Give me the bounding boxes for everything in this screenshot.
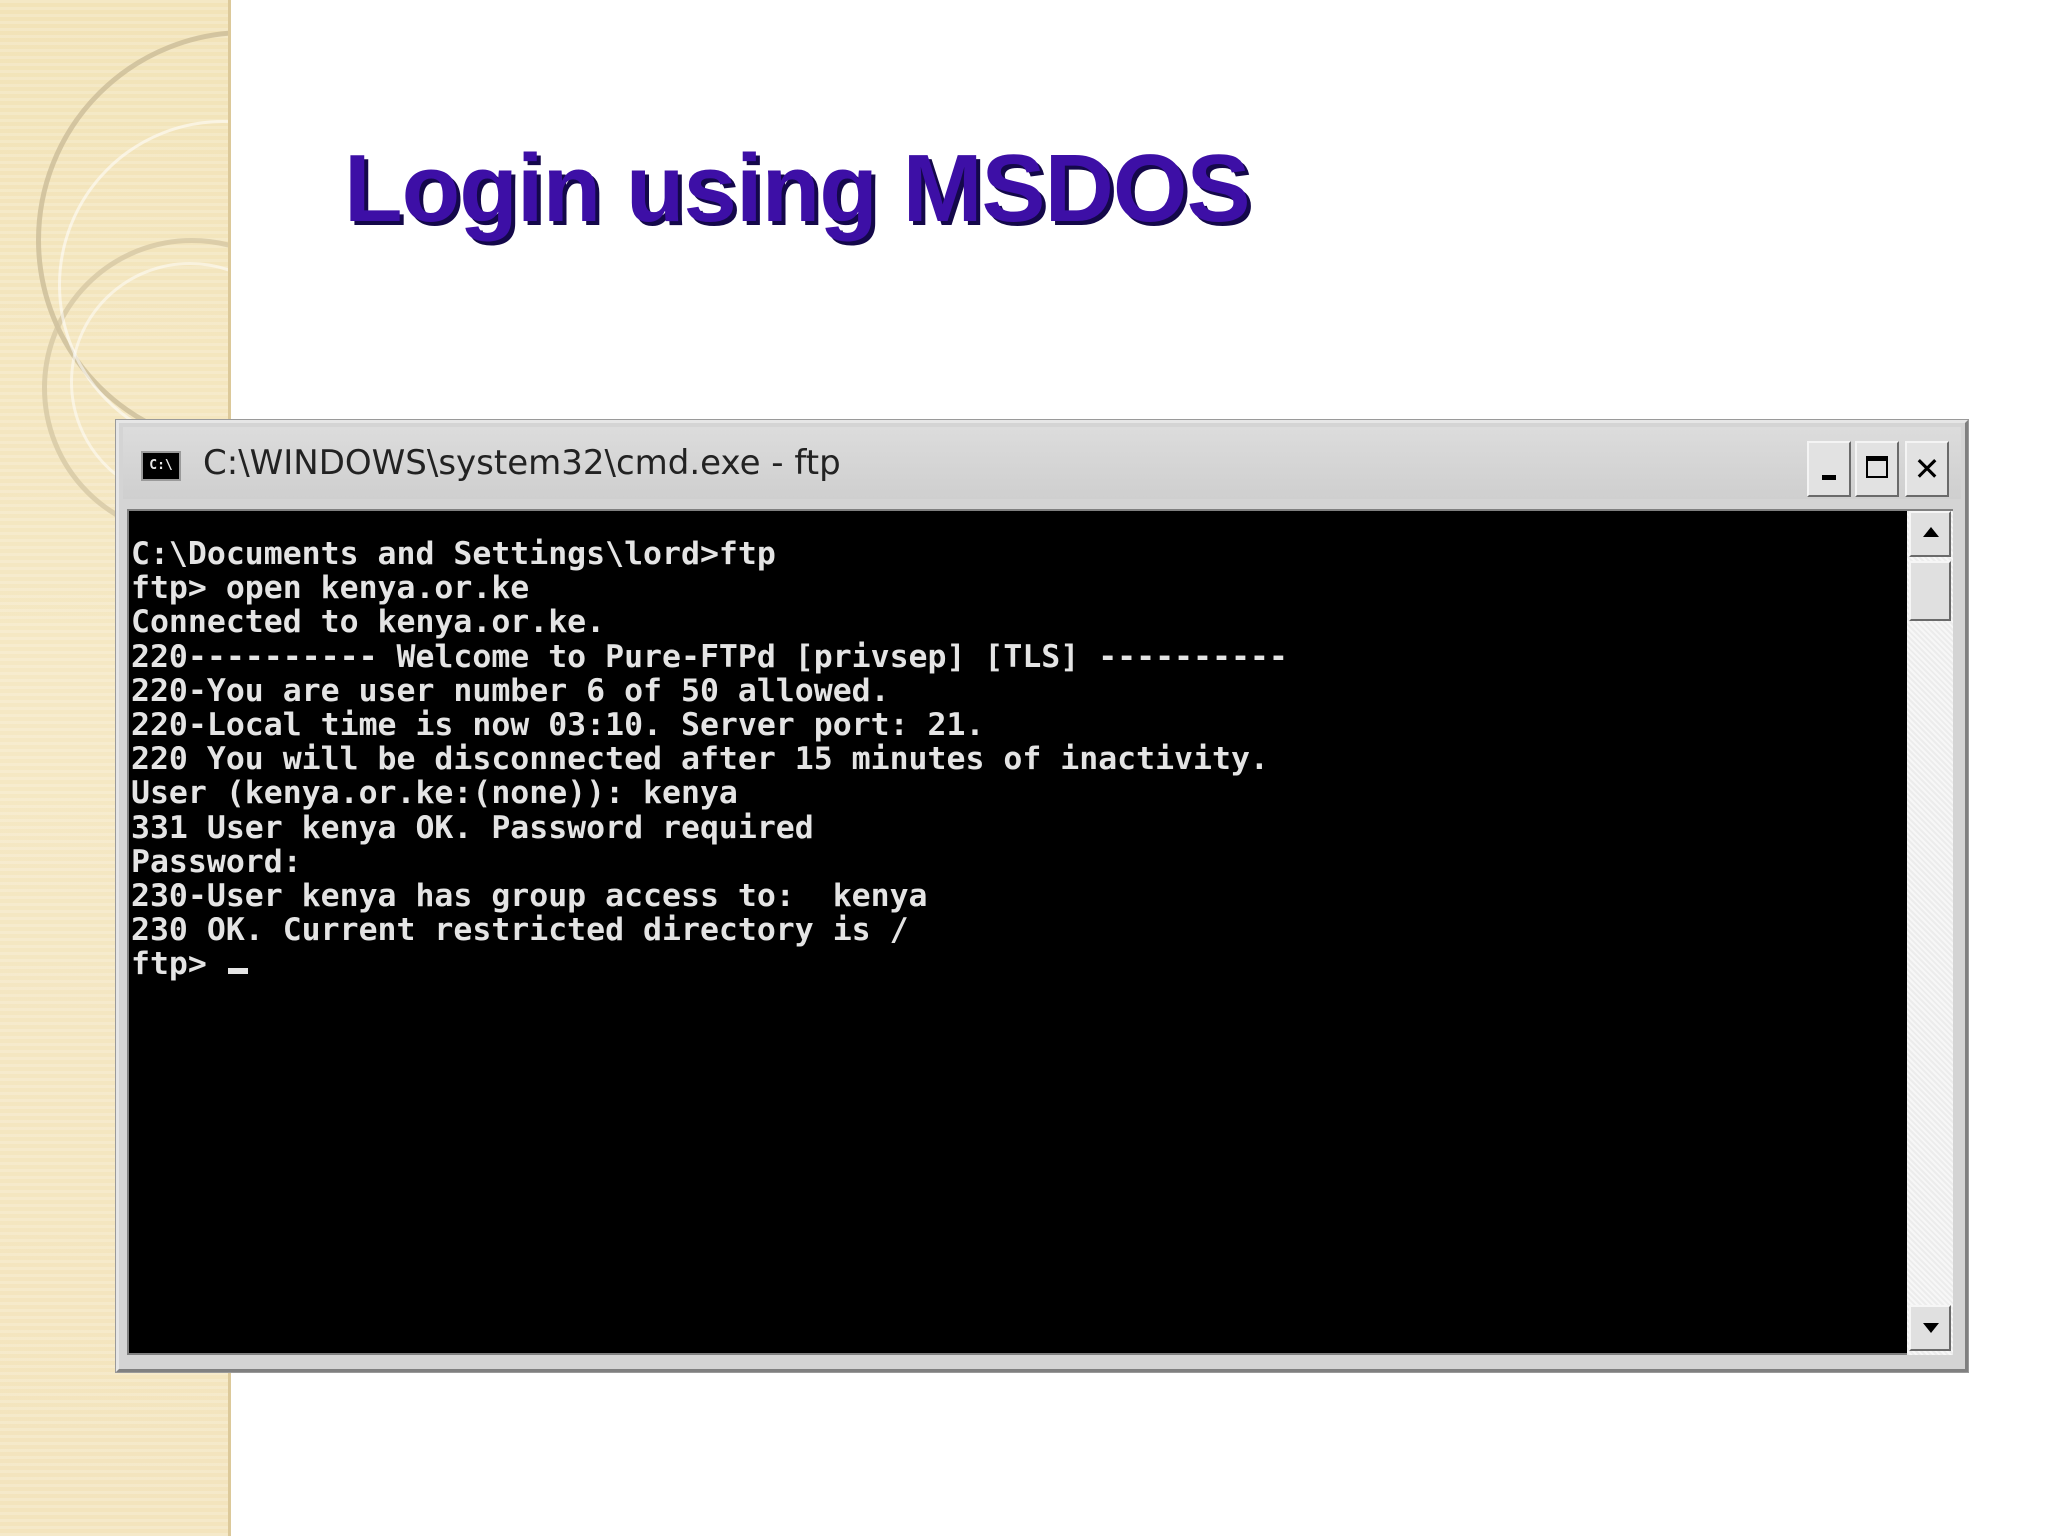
scroll-down-button[interactable] bbox=[1909, 1305, 1951, 1351]
arrow-up-icon bbox=[1923, 527, 1939, 537]
console-line: C:\Documents and Settings\lord>ftp bbox=[131, 536, 776, 572]
cmd-window[interactable]: C:\ C:\WINDOWS\system32\cmd.exe - ftp ✕ … bbox=[116, 420, 1968, 1372]
console-line: 220---------- Welcome to Pure-FTPd [priv… bbox=[131, 638, 1288, 675]
console-line: Connected to kenya.or.ke. bbox=[131, 604, 606, 641]
console-text: C:\Documents and Settings\lord>ftp ftp> o… bbox=[129, 511, 1907, 982]
console-line: 220 You will be disconnected after 15 mi… bbox=[131, 741, 1269, 778]
console-line: ftp> open kenya.or.ke bbox=[131, 570, 530, 607]
minimize-icon bbox=[1822, 475, 1836, 480]
window-titlebar[interactable]: C:\ C:\WINDOWS\system32\cmd.exe - ftp ✕ bbox=[123, 427, 1961, 499]
text-cursor bbox=[227, 968, 248, 975]
scroll-up-button[interactable] bbox=[1909, 511, 1951, 557]
slide-title: Login using MSDOS bbox=[344, 135, 1251, 242]
arrow-down-icon bbox=[1923, 1323, 1939, 1333]
console-line: 230 OK. Current restricted directory is … bbox=[131, 912, 909, 949]
console-prompt: ftp> bbox=[131, 946, 226, 983]
maximize-icon bbox=[1866, 456, 1888, 478]
vertical-scrollbar[interactable] bbox=[1907, 509, 1953, 1355]
console-line: User (kenya.or.ke:(none)): kenya bbox=[131, 775, 738, 812]
console-line: 230-User kenya has group access to: keny… bbox=[131, 878, 928, 915]
minimize-button[interactable] bbox=[1807, 441, 1851, 497]
console-line: 220-Local time is now 03:10. Server port… bbox=[131, 707, 985, 744]
console-line: 331 User kenya OK. Password required bbox=[131, 809, 814, 846]
close-button[interactable]: ✕ bbox=[1905, 441, 1949, 497]
scroll-thumb[interactable] bbox=[1909, 561, 1951, 621]
maximize-button[interactable] bbox=[1855, 441, 1899, 497]
console-prompt-line[interactable]: ftp> bbox=[131, 946, 1907, 983]
window-title: C:\WINDOWS\system32\cmd.exe - ftp bbox=[203, 443, 841, 483]
cmd-app-icon[interactable]: C:\ bbox=[141, 451, 181, 481]
console-output[interactable]: C:\Documents and Settings\lord>ftp ftp> o… bbox=[127, 509, 1907, 1355]
console-line: Password: bbox=[131, 843, 302, 880]
console-line: 220-You are user number 6 of 50 allowed. bbox=[131, 672, 890, 709]
close-icon: ✕ bbox=[1913, 450, 1941, 488]
